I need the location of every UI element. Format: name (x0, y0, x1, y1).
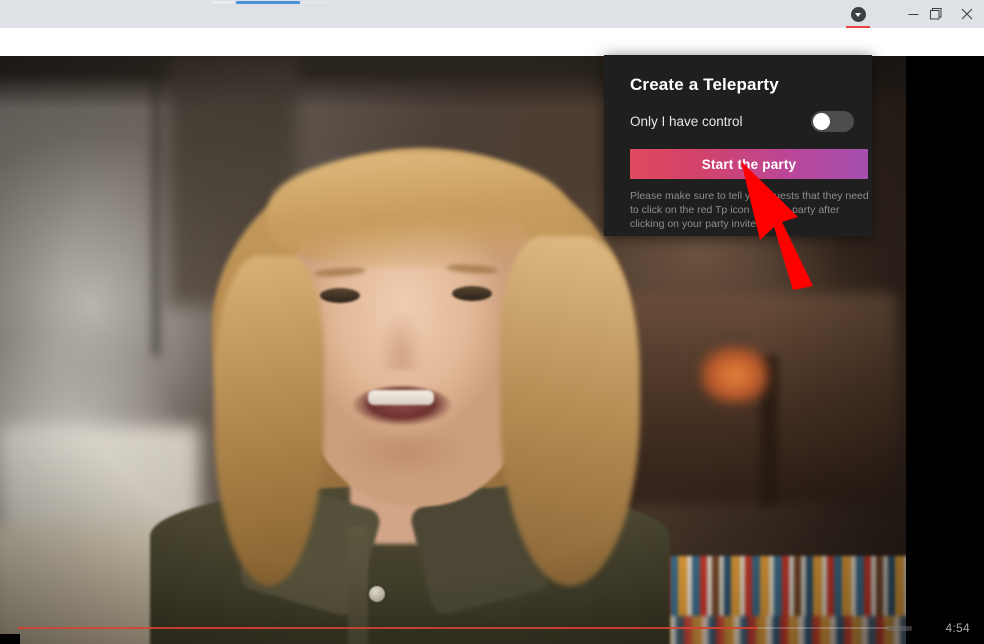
browser-window: 4170286&tctx=1%2C0%2Ca9114f4a-b660-4a96-… (0, 0, 984, 644)
video-letterbox-right (906, 56, 984, 644)
tab-loading-indicator (212, 1, 332, 4)
video-progress-fill (18, 627, 758, 629)
toggle-knob (813, 113, 830, 130)
red-arrow-annotation (741, 161, 813, 290)
only-i-have-control-row: Only I have control (630, 111, 856, 132)
video-letterbox-bottom-left (0, 634, 20, 644)
close-icon[interactable] (944, 0, 984, 28)
video-time-remaining: 4:54 (945, 621, 970, 635)
only-i-have-control-label: Only I have control (630, 114, 743, 129)
popup-title: Create a Teleparty (630, 75, 779, 94)
browser-toolbar: 4170286&tctx=1%2C0%2Ca9114f4a-b660-4a96-… (0, 28, 984, 84)
video-volume-control[interactable] (886, 626, 912, 631)
tab-strip (0, 0, 984, 29)
only-i-have-control-toggle[interactable] (811, 111, 854, 132)
downloads-icon[interactable] (838, 0, 878, 28)
